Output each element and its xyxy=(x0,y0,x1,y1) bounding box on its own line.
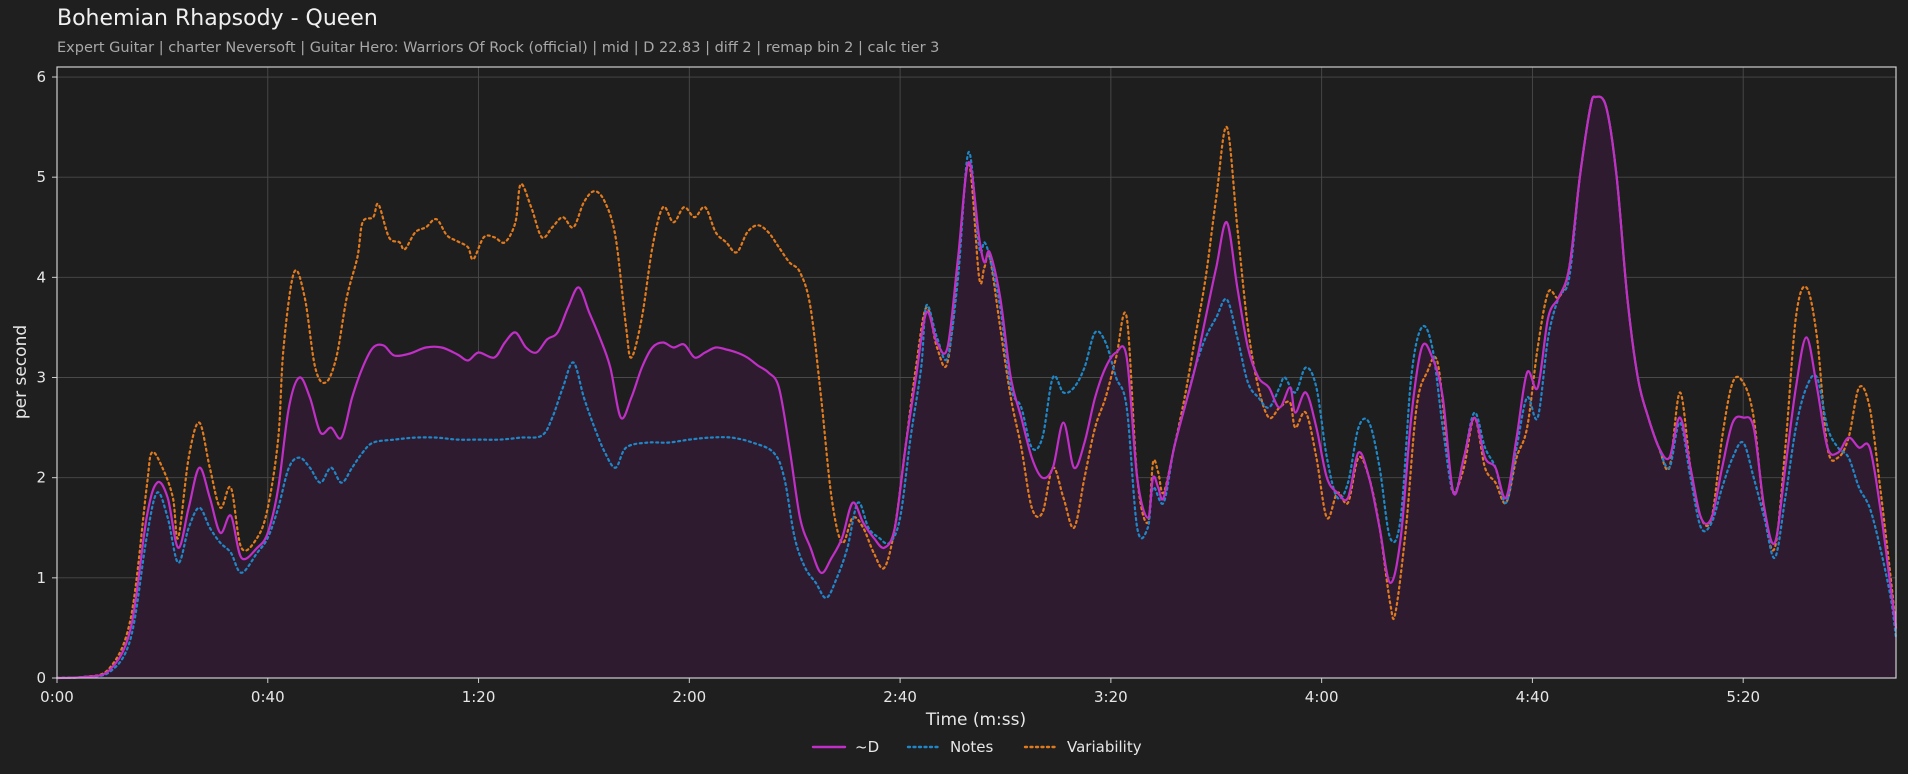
legend: ~D Notes Variability xyxy=(811,738,1142,756)
legend-label: Variability xyxy=(1067,738,1142,756)
x-tick-label: 4:00 xyxy=(1305,688,1339,706)
x-tick-label: 0:00 xyxy=(40,688,74,706)
chart-area: 0:00 0:40 1:20 2:00 2:40 3:20 4:00 4:40 5:20 0 1 2 3… xyxy=(11,66,1898,756)
x-tick-label: 4:40 xyxy=(1516,688,1550,706)
y-tick-label: 3 xyxy=(36,369,46,387)
x-tick-label: 2:40 xyxy=(883,688,917,706)
x-axis-label: Time (m:ss) xyxy=(925,710,1026,730)
y-tick-label: 2 xyxy=(36,469,46,487)
y-tick-label: 4 xyxy=(36,268,46,286)
y-tick-label: 6 xyxy=(36,68,46,86)
y-tick-label: 1 xyxy=(36,569,46,587)
x-tick-label: 5:20 xyxy=(1726,688,1760,706)
y-tick-label: 5 xyxy=(36,168,46,186)
legend-label: Notes xyxy=(950,738,994,756)
x-tick-label: 2:00 xyxy=(672,688,706,706)
y-tick-label: 0 xyxy=(36,669,46,687)
legend-label: ~D xyxy=(855,738,879,756)
x-tick-label: 0:40 xyxy=(251,688,285,706)
x-tick-label: 3:20 xyxy=(1094,688,1128,706)
y-axis-label: per second xyxy=(11,325,31,419)
x-tick-label: 1:20 xyxy=(462,688,496,706)
